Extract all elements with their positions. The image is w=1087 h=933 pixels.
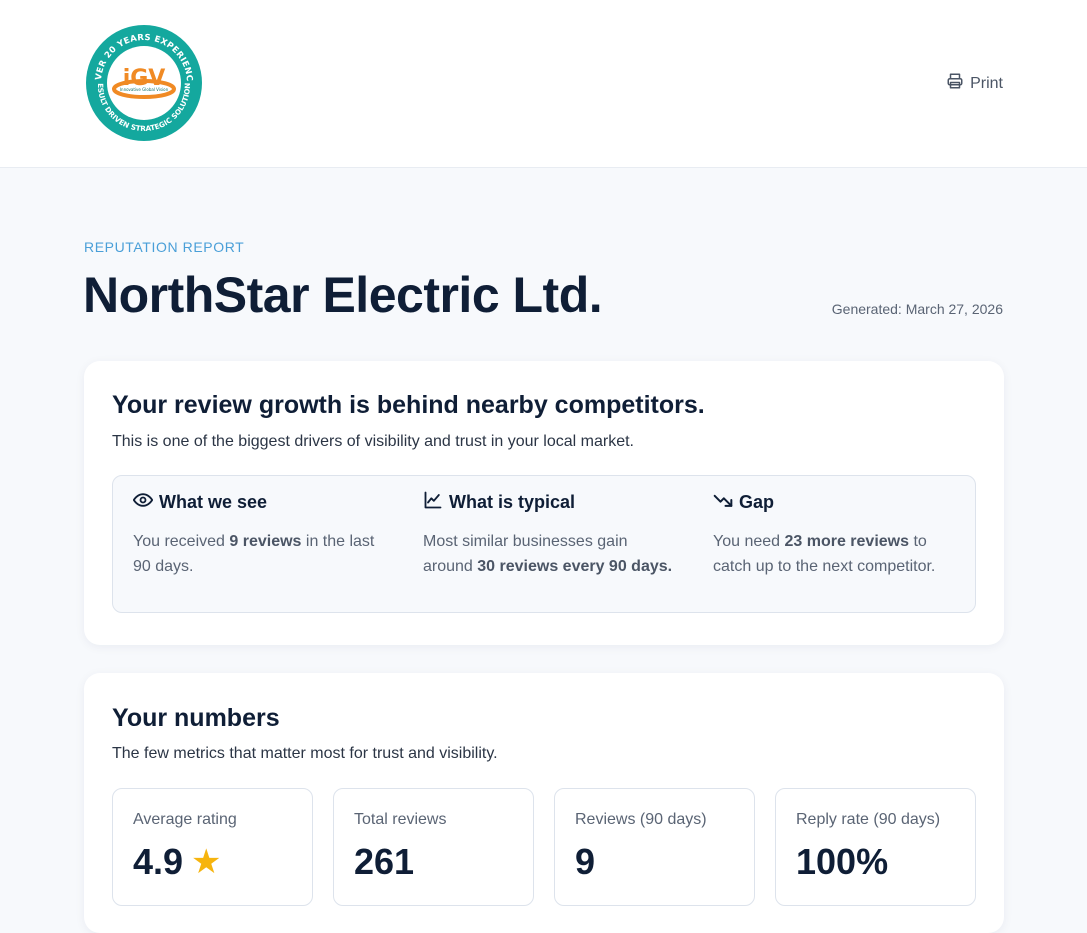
svg-text:Innovative Global Vision: Innovative Global Vision	[120, 87, 169, 92]
insight-gap: Gap You need 23 more reviews to catch up…	[713, 490, 963, 579]
line-chart-icon	[423, 490, 443, 515]
your-numbers-card: Your numbers The few metrics that matter…	[84, 673, 1004, 933]
print-label: Print	[970, 74, 1003, 92]
report-eyebrow: REPUTATION REPORT	[84, 239, 245, 255]
metric-value: 100%	[796, 841, 889, 882]
insight-what-we-see: What we see You received 9 reviews in th…	[132, 490, 383, 579]
top-bar: OVER 20 YEARS EXPERIENCE RESULT DRIVEN S…	[0, 0, 1087, 168]
metric-label: Reply rate (90 days)	[796, 811, 941, 828]
review-growth-card: Your review growth is behind nearby comp…	[84, 361, 1004, 645]
insight-heading: Gap	[739, 492, 775, 512]
printer-icon	[946, 72, 964, 95]
metric-label: Total reviews	[354, 811, 447, 828]
metric-value: 261	[354, 841, 415, 882]
metric-value: 4.9	[133, 841, 184, 882]
metric-reply-rate: Reply rate (90 days) 100%	[775, 788, 976, 906]
insight-heading: What we see	[159, 492, 268, 512]
insight-text: You received 9 reviews in the last 90 da…	[133, 533, 375, 575]
metric-reviews-90-days: Reviews (90 days) 9	[554, 788, 755, 906]
metric-label: Average rating	[133, 811, 237, 828]
insight-box: What we see You received 9 reviews in th…	[112, 475, 976, 613]
numbers-card-subtitle: The few metrics that matter most for tru…	[112, 745, 498, 762]
insight-text: Most similar businesses gain around 30 r…	[423, 533, 673, 575]
star-icon: ★	[191, 843, 222, 881]
numbers-card-title: Your numbers	[112, 704, 280, 732]
growth-card-title: Your review growth is behind nearby comp…	[112, 391, 705, 419]
metric-label: Reviews (90 days)	[575, 811, 707, 828]
insight-what-is-typical: What is typical Most similar businesses …	[423, 490, 673, 579]
metric-average-rating: Average rating 4.9 ★	[112, 788, 313, 906]
insight-heading: What is typical	[449, 492, 576, 512]
eye-icon	[132, 490, 154, 515]
business-name: NorthStar Electric Ltd.	[83, 267, 603, 323]
metric-total-reviews: Total reviews 261	[333, 788, 534, 906]
insight-text: You need 23 more reviews to catch up to …	[713, 533, 936, 575]
growth-card-subtitle: This is one of the biggest drivers of vi…	[112, 433, 634, 450]
print-button[interactable]: Print	[946, 72, 1003, 95]
generated-date: Generated: March 27, 2026	[831, 301, 1003, 317]
igv-logo: OVER 20 YEARS EXPERIENCE RESULT DRIVEN S…	[80, 16, 204, 143]
trending-down-icon	[713, 490, 733, 515]
metric-value: 9	[575, 841, 596, 882]
